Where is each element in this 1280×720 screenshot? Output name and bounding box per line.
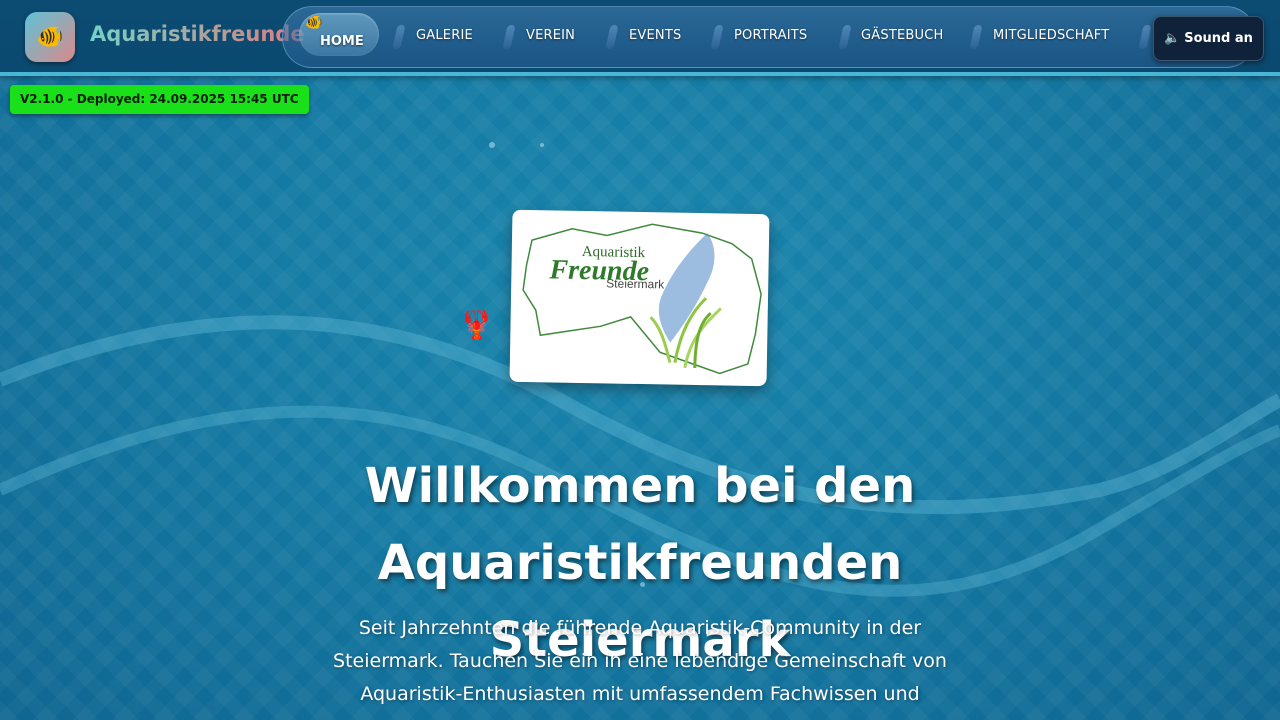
site-logo[interactable]: 🐠: [25, 12, 75, 62]
nav-separator: [838, 25, 852, 49]
main-navigation: 🐠 HOME GALERIE VEREIN EVENTS PORTRAITS G…: [282, 6, 1256, 68]
site-header: 🐠 Aquaristikfreunde 🐠 HOME GALERIE VEREI…: [0, 0, 1280, 76]
bubble: [489, 142, 495, 148]
nav-separator: [710, 25, 724, 49]
version-badge: V2.1.0 - Deployed: 24.09.2025 15:45 UTC: [10, 85, 309, 114]
nav-item-home-label[interactable]: HOME: [320, 34, 364, 49]
nav-item-verein[interactable]: VEREIN: [526, 28, 575, 43]
club-logo-graphic: Aquaristik Freunde Steiermark: [522, 223, 762, 375]
crayfish-icon: 🦞: [459, 308, 494, 341]
nav-item-mitgliedschaft[interactable]: MITGLIEDSCHAFT: [993, 28, 1109, 43]
brand-name[interactable]: Aquaristikfreunde: [90, 22, 305, 46]
fish-icon: 🐠: [305, 15, 323, 31]
hero-text-line3: Aquaristik-Enthusiasten mit umfassendem …: [360, 683, 920, 705]
hero-description: Seit Jahrzehnten die führende Aquaristik…: [330, 612, 950, 711]
nav-item-galerie[interactable]: GALERIE: [416, 28, 473, 43]
nav-item-gaestebuch[interactable]: GÄSTEBUCH: [861, 28, 943, 43]
logo-text-steiermark: Steiermark: [606, 276, 665, 291]
hero-text-line1: Seit Jahrzehnten die führende Aquaristik…: [358, 617, 922, 639]
nav-separator: [392, 25, 406, 49]
nav-separator: [605, 25, 619, 49]
nav-separator: [969, 25, 983, 49]
nav-separator: [1138, 25, 1152, 49]
sound-toggle-label: Sound an: [1184, 31, 1253, 46]
hero-title-line1: Willkommen bei den Aquaristikfreunden: [364, 458, 916, 591]
nav-item-events[interactable]: EVENTS: [629, 28, 681, 43]
speaker-muted-icon: 🔈: [1164, 31, 1181, 46]
sound-toggle-button[interactable]: 🔈 Sound an: [1153, 16, 1264, 61]
hero-text-line2: Steiermark. Tauchen Sie ein in eine lebe…: [333, 650, 947, 672]
bubble: [540, 143, 544, 147]
fish-icon: 🐠: [36, 24, 64, 50]
nav-separator: [502, 25, 516, 49]
nav-item-portraits[interactable]: PORTRAITS: [734, 28, 807, 43]
club-logo-image: Aquaristik Freunde Steiermark: [509, 209, 770, 387]
